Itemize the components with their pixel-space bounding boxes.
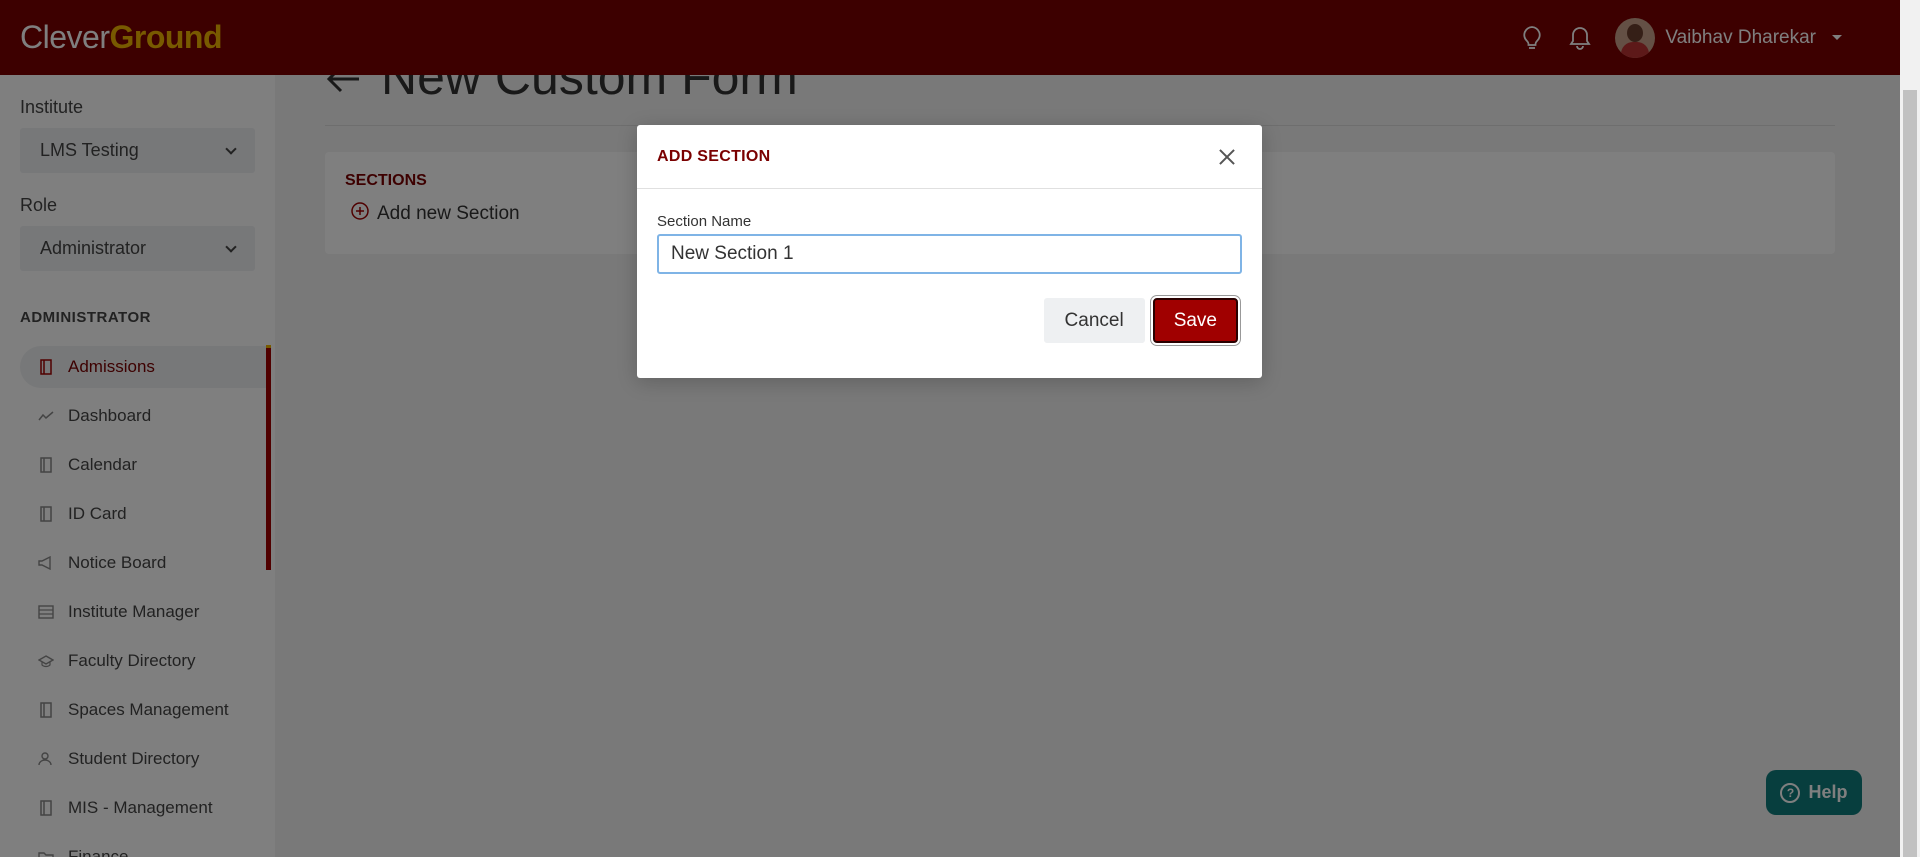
modal-actions: Cancel Save xyxy=(657,298,1242,343)
add-section-modal: ADD SECTION Section Name Cancel Save xyxy=(637,125,1262,378)
modal-title: ADD SECTION xyxy=(657,147,771,165)
cancel-button[interactable]: Cancel xyxy=(1043,298,1145,343)
section-name-input[interactable] xyxy=(657,234,1242,274)
save-button[interactable]: Save xyxy=(1152,298,1238,343)
close-icon[interactable] xyxy=(1216,146,1238,168)
page-scrollbar-thumb[interactable] xyxy=(1903,90,1917,857)
modal-header: ADD SECTION xyxy=(637,125,1262,189)
section-name-label: Section Name xyxy=(657,213,752,230)
modal-body: Section Name Cancel Save xyxy=(637,189,1262,343)
